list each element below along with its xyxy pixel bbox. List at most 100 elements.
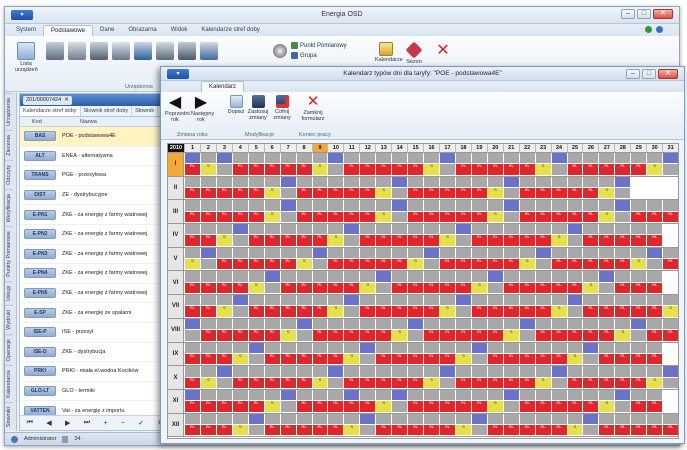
- day-type-cell[interactable]: [423, 200, 439, 212]
- weekday-cell[interactable]: RL: [614, 424, 631, 437]
- weekday-cell[interactable]: RL: [407, 211, 424, 224]
- day-type-cell[interactable]: [215, 247, 232, 260]
- day-type-cell[interactable]: [184, 224, 200, 236]
- weekday-cell[interactable]: RL: [518, 164, 535, 176]
- day-type-cell[interactable]: [614, 389, 631, 402]
- day-type-cell[interactable]: [359, 389, 376, 402]
- weekday-cell[interactable]: RL: [486, 235, 503, 247]
- weekday-cell[interactable]: RL: [550, 282, 567, 295]
- sunday-cell[interactable]: [502, 188, 519, 200]
- day-type-cell[interactable]: [423, 413, 439, 425]
- day-type-cell[interactable]: [343, 224, 360, 236]
- weekday-cell[interactable]: RL: [646, 211, 663, 224]
- weekday-cell[interactable]: RL: [199, 330, 216, 342]
- weekday-cell[interactable]: RL: [343, 377, 360, 389]
- weekday-cell[interactable]: RL: [630, 235, 647, 247]
- weekday-cell[interactable]: RL: [231, 377, 248, 389]
- weekday-cell[interactable]: RL: [550, 259, 567, 271]
- weekday-cell[interactable]: RL: [646, 235, 663, 247]
- month-label[interactable]: VIII: [168, 318, 184, 342]
- day-type-cell[interactable]: [518, 247, 535, 260]
- delete-record-button[interactable]: −: [121, 420, 125, 427]
- day-type-cell[interactable]: [598, 271, 615, 283]
- saturday-cell[interactable]: S: [614, 330, 631, 342]
- weekday-cell[interactable]: RL: [598, 235, 615, 247]
- day-type-cell[interactable]: [582, 200, 599, 212]
- weekday-cell[interactable]: RL: [375, 259, 392, 271]
- list-item[interactable]: E-PN1 ZKE - za energię z farmy wiatrowej: [20, 205, 170, 225]
- day-type-cell[interactable]: [184, 200, 200, 212]
- weekday-cell[interactable]: RL: [502, 306, 519, 318]
- weekday-cell[interactable]: RL: [598, 164, 615, 176]
- weekday-cell[interactable]: RL: [247, 377, 264, 389]
- day-type-cell[interactable]: [502, 366, 519, 378]
- weekday-cell[interactable]: RL: [470, 306, 487, 318]
- weekday-cell[interactable]: RL: [184, 164, 200, 176]
- day-type-cell[interactable]: [534, 200, 551, 212]
- day-type-cell[interactable]: [311, 271, 328, 283]
- saturday-cell[interactable]: S: [566, 353, 583, 366]
- day-type-cell[interactable]: [279, 200, 296, 212]
- weekday-cell[interactable]: RL: [454, 211, 471, 224]
- weekday-cell[interactable]: RL: [199, 306, 216, 318]
- day-type-cell[interactable]: [486, 366, 503, 378]
- day-type-cell[interactable]: [295, 200, 312, 212]
- day-type-cell[interactable]: [486, 200, 503, 212]
- weekday-cell[interactable]: RL: [199, 282, 216, 295]
- weekday-cell[interactable]: RL: [423, 306, 439, 318]
- sunday-cell[interactable]: [470, 353, 487, 366]
- weekday-cell[interactable]: RL: [502, 259, 519, 271]
- weekday-cell[interactable]: RL: [327, 424, 344, 437]
- day-type-cell[interactable]: [279, 366, 296, 378]
- day-type-cell[interactable]: [375, 176, 392, 189]
- day-type-cell[interactable]: [423, 224, 439, 236]
- day-type-cell[interactable]: [598, 247, 615, 260]
- day-type-cell[interactable]: [423, 153, 439, 165]
- day-type-cell[interactable]: [566, 366, 583, 378]
- day-type-cell[interactable]: [327, 176, 344, 189]
- insert-button[interactable]: Dopisz: [227, 95, 245, 115]
- day-type-cell[interactable]: [646, 247, 663, 260]
- day-type-cell[interactable]: [247, 200, 264, 212]
- day-type-cell[interactable]: [630, 200, 647, 212]
- weekday-cell[interactable]: RL: [582, 306, 599, 318]
- weekday-cell[interactable]: RL: [470, 164, 487, 176]
- day-type-cell[interactable]: [295, 389, 312, 402]
- saturday-cell[interactable]: S: [375, 401, 392, 413]
- day-type-cell[interactable]: [407, 176, 424, 189]
- saturday-cell[interactable]: S: [598, 211, 615, 224]
- weekday-cell[interactable]: RL: [470, 211, 487, 224]
- weekday-cell[interactable]: RL: [598, 377, 615, 389]
- weekday-cell[interactable]: RL: [614, 377, 631, 389]
- weekday-cell[interactable]: RL: [550, 330, 567, 342]
- day-type-cell[interactable]: [454, 342, 471, 354]
- weekday-cell[interactable]: RL: [550, 424, 567, 437]
- weekday-cell[interactable]: RL: [215, 259, 232, 271]
- day-type-cell[interactable]: [486, 176, 503, 189]
- day-type-cell[interactable]: [423, 389, 439, 402]
- calendars-button[interactable]: Kalendarze: [375, 42, 403, 63]
- day-type-cell[interactable]: [247, 176, 264, 189]
- saturday-cell[interactable]: S: [518, 259, 535, 271]
- weekday-cell[interactable]: RL: [614, 282, 631, 295]
- weekday-cell[interactable]: RL: [215, 353, 232, 366]
- day-type-cell[interactable]: [343, 176, 360, 189]
- subtab-kalendarze[interactable]: Kalendarze stref doby: [20, 106, 81, 116]
- day-type-cell[interactable]: [247, 389, 264, 402]
- weekday-cell[interactable]: RL: [199, 188, 216, 200]
- day-type-cell[interactable]: [215, 342, 232, 354]
- day-type-cell[interactable]: [582, 295, 599, 307]
- day-type-cell[interactable]: [662, 295, 679, 307]
- saturday-cell[interactable]: S: [439, 306, 455, 318]
- weekday-cell[interactable]: RL: [439, 353, 455, 366]
- calendar-close-button[interactable]: ✕: [658, 69, 678, 79]
- weekday-cell[interactable]: RL: [327, 211, 344, 224]
- weekday-cell[interactable]: RL: [184, 235, 200, 247]
- sunday-cell[interactable]: [279, 211, 296, 224]
- day-type-cell[interactable]: [311, 413, 328, 425]
- close-form-button[interactable]: ✕ Zamknij formularz: [301, 94, 325, 123]
- weekday-cell[interactable]: RL: [359, 377, 376, 389]
- day-type-cell[interactable]: [359, 176, 376, 189]
- weekday-cell[interactable]: RL: [231, 330, 248, 342]
- weekday-cell[interactable]: RL: [184, 424, 200, 437]
